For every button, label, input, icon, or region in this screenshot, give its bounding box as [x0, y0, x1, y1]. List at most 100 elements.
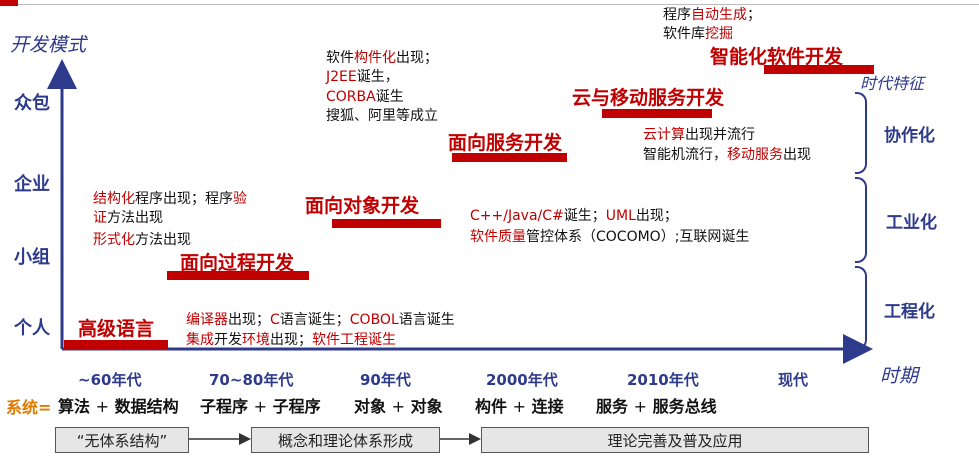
period-modern: 现代: [778, 371, 809, 389]
note-2000s-uml: UML: [605, 208, 636, 224]
y-axis-title: 开发模式: [10, 34, 87, 56]
note-60s-swe: 软件工程诞生: [312, 332, 396, 348]
period-2010s: 2010年代: [627, 371, 699, 389]
note-60s-line1: 编译器出现；C语言诞生；COBOL语言诞生: [186, 309, 455, 329]
system-item-2: 子程序 + 子程序: [200, 393, 321, 417]
note-60s-integrated: 集成: [186, 332, 214, 348]
note-7080s-line1: 结构化程序出现；程序验: [93, 188, 247, 208]
flow-box-concept-formation: 概念和理论体系形成: [251, 427, 440, 453]
note-60s-dev: 开发: [214, 332, 242, 348]
note-7080s-verify2: 证: [93, 210, 107, 226]
note-7080s-method: 方法出现: [107, 210, 163, 226]
era-features-title: 时代特征: [860, 74, 925, 93]
bracket-engineering: [855, 266, 867, 350]
system-prefix: 系统=: [6, 398, 52, 417]
y-level-crowdsourcing: 众包: [14, 93, 50, 114]
note-60s-env-appeared: 出现；: [270, 332, 312, 348]
system-item-1-a: 算法: [58, 397, 91, 416]
note-60s-env: 环境: [242, 332, 270, 348]
note-2000s-uml-appeared: 出现；: [635, 208, 678, 224]
flow-box-no-architecture: “无体系结构”: [55, 427, 189, 453]
system-item-4-b: 连接: [531, 397, 564, 416]
y-level-individual: 个人: [14, 318, 50, 339]
flow-box-3-label: 理论完善及普及应用: [607, 431, 743, 450]
y-level-enterprise: 企业: [14, 174, 50, 195]
flow-box-2-label: 概念和理论体系形成: [277, 431, 413, 450]
note-2000s-cocomo: 管控体系（COCOMO）;互联网诞生: [526, 229, 750, 245]
period-2000s: 2000年代: [486, 371, 558, 389]
note-7080s-formal-method: 方法出现: [135, 232, 191, 248]
note-2010s-line1: 云计算出现并流行: [643, 124, 755, 144]
period-90s: 90年代: [360, 371, 411, 389]
note-60s-cobol-born: 语言诞生: [398, 312, 455, 328]
note-90s-line1: 软件构件化出现；: [326, 47, 438, 67]
system-item-4: 构件 + 连接: [475, 393, 564, 417]
system-item-2-a: 子程序: [200, 397, 249, 416]
note-60s-appeared: 出现；: [228, 312, 270, 328]
system-item-2-b: 子程序: [272, 397, 321, 416]
note-90s-line2: J2EE诞生，: [326, 66, 399, 86]
system-item-5-a: 服务: [596, 397, 629, 416]
era-industrialization: 工业化: [886, 213, 937, 233]
note-60s-cobol: COBOL: [349, 312, 399, 328]
stage-bar-object-oriented: [332, 219, 441, 228]
note-2000s-langs-born: 诞生；: [563, 208, 606, 224]
system-item-1-b: 数据结构: [114, 397, 179, 416]
note-60s-c: C: [270, 312, 280, 328]
note-2000s-line2: 软件质量管控体系（COCOMO）;互联网诞生: [470, 226, 749, 246]
note-90s-appeared: 出现；: [396, 50, 438, 66]
note-2000s-line1: C++/Java/C#诞生；UML出现；: [470, 205, 678, 225]
note-modern-library: 软件库: [663, 26, 705, 42]
flow-box-theory-perfection: 理论完善及普及应用: [481, 427, 869, 453]
stage-high-level-language: 高级语言: [78, 318, 155, 340]
period-70-80s: 70~80年代: [209, 371, 294, 389]
note-90s-software: 软件: [326, 50, 354, 66]
system-item-3: 对象 + 对象: [354, 393, 443, 417]
note-2010s-cloud: 云计算: [643, 127, 685, 143]
era-collaboration: 协作化: [884, 126, 935, 146]
stage-procedural: 面向过程开发: [180, 252, 295, 274]
stage-object-oriented: 面向对象开发: [305, 195, 420, 217]
note-7080s-line2: 证方法出现: [93, 207, 163, 227]
stage-intelligent: 智能化软件开发: [710, 46, 844, 68]
note-modern-program: 程序: [663, 7, 691, 23]
note-modern-line2: 软件库挖掘: [663, 23, 733, 43]
system-item-4-a: 构件: [475, 397, 508, 416]
note-90s-j2ee: J2EE: [326, 69, 357, 85]
bracket-industrialization: [855, 177, 867, 263]
note-modern-mining: 挖掘: [705, 26, 733, 42]
note-2000s-langs: C++/Java/C#: [470, 208, 564, 224]
note-2010s-smartphone: 智能机流行，: [643, 147, 727, 163]
note-modern-sep: ；: [747, 7, 761, 23]
system-item-5-plus: +: [633, 397, 647, 416]
stage-bar-cloud-mobile: [602, 109, 712, 118]
system-item-5: 服务 + 服务总线: [596, 393, 717, 417]
note-2010s-mobile: 移动服务: [727, 147, 783, 163]
system-item-4-plus: +: [512, 397, 526, 416]
note-modern-autogen: 自动生成: [691, 7, 747, 23]
note-90s-component: 构件化: [354, 50, 396, 66]
flow-box-1-label: “无体系结构”: [76, 431, 168, 450]
stage-service-oriented: 面向服务开发: [448, 132, 563, 154]
stage-bar-high-level-language: [64, 340, 168, 349]
note-2010s-cloud-popular: 出现并流行: [685, 127, 755, 143]
bracket-collaboration: [855, 92, 867, 174]
system-item-1-plus: +: [95, 397, 109, 416]
note-7080s-line3: 形式化方法出现: [93, 229, 191, 249]
note-60s-c-born: 语言诞生；: [279, 312, 350, 328]
system-item-5-b: 服务总线: [652, 397, 717, 416]
note-90s-corba-born: 诞生: [375, 89, 404, 105]
note-90s-corba: CORBA: [326, 89, 376, 105]
note-7080s-formal: 形式化: [93, 232, 135, 248]
system-item-1: 算法 + 数据结构: [58, 393, 179, 417]
note-2010s-line2: 智能机流行，移动服务出现: [643, 144, 811, 164]
note-2010s-mobile-appeared: 出现: [783, 147, 811, 163]
y-level-team: 小组: [14, 247, 50, 268]
system-item-3-plus: +: [391, 397, 405, 416]
note-60s-compiler: 编译器: [186, 312, 228, 328]
note-7080s-verify1: 验: [233, 191, 247, 207]
note-90s-line3: CORBA诞生: [326, 86, 404, 106]
note-modern-line1: 程序自动生成；: [663, 4, 761, 24]
note-90s-j2ee-born: 诞生，: [356, 69, 399, 85]
period-60s: ~60年代: [78, 371, 142, 389]
